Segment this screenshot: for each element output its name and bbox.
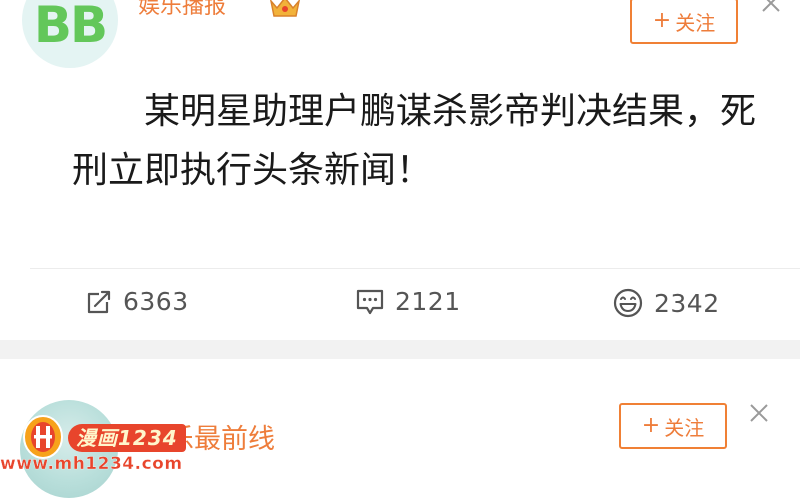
username[interactable]: 娱乐播报	[138, 0, 226, 20]
post-content: 某明星助理户鹏谋杀影帝判决结果，死刑立即执行头条新闻！	[72, 91, 757, 191]
plus-icon: +	[652, 8, 672, 33]
crown-badge-icon	[270, 0, 300, 17]
comment-count: 2121	[395, 287, 461, 316]
like-count: 2342	[654, 288, 720, 318]
watermark-url: www.mh1234.com	[0, 454, 183, 474]
close-icon[interactable]	[748, 402, 770, 424]
plus-icon: +	[641, 413, 661, 438]
close-icon[interactable]	[760, 0, 782, 14]
follow-button[interactable]: + 关注	[619, 403, 727, 449]
watermark-banner: 漫画1234	[68, 424, 186, 452]
like-button[interactable]: 2342	[612, 287, 720, 319]
follow-button[interactable]: + 关注	[630, 0, 738, 44]
repost-button[interactable]: 6363	[85, 287, 189, 316]
repost-icon	[87, 290, 111, 313]
repost-count: 6363	[123, 287, 189, 316]
follow-label: 关注	[675, 10, 716, 35]
comment-button[interactable]: 2121	[355, 287, 461, 316]
watermark-logo-icon	[23, 415, 63, 459]
post-separator	[0, 340, 800, 359]
follow-label: 关注	[664, 415, 705, 440]
avatar[interactable]: BB	[22, 0, 118, 68]
avatar-text: BB	[33, 0, 108, 54]
comment-icon	[356, 289, 384, 314]
smile-icon	[613, 288, 643, 318]
divider	[30, 268, 800, 269]
